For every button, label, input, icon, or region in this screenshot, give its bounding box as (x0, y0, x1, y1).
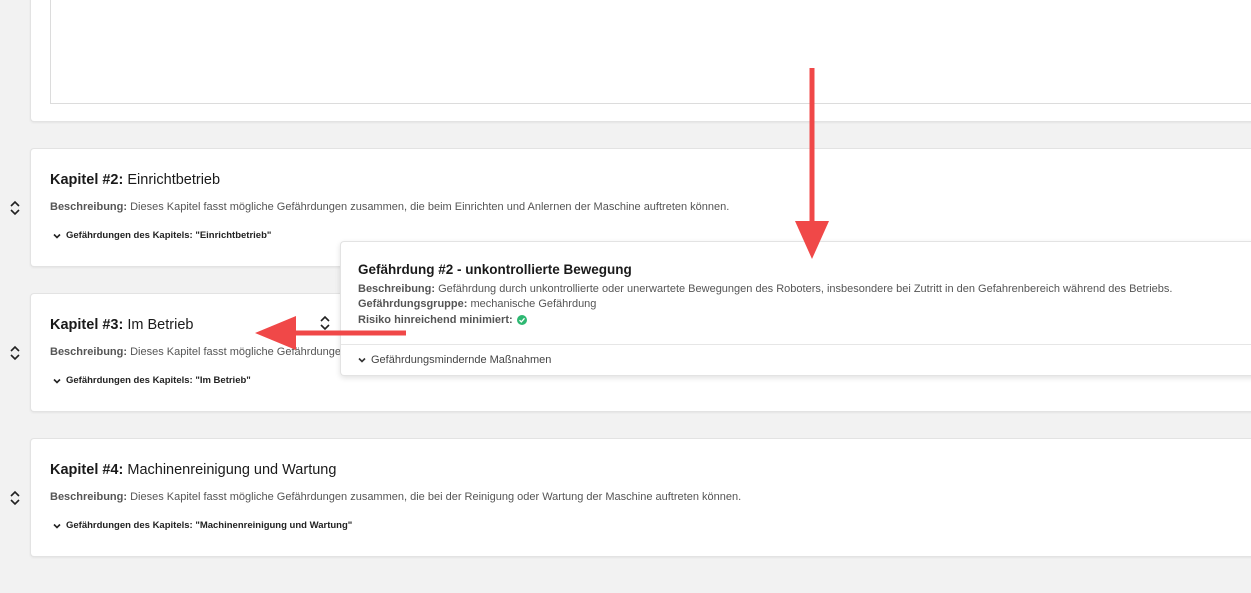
sort-handle-icon[interactable] (8, 489, 22, 507)
chapter-hazards-toggle[interactable]: Gefährdungen des Kapitels: "Einrichtbetr… (52, 230, 271, 241)
chevron-down-icon (53, 378, 61, 384)
chapter-title: Kapitel #4: Machinenreinigung und Wartun… (50, 462, 337, 478)
chapter-hazards-toggle[interactable]: Gefährdungen des Kapitels: "Im Betrieb" (52, 375, 251, 386)
sort-handle-icon[interactable] (8, 344, 22, 362)
chapter-card-top (30, 0, 1251, 122)
divider (341, 344, 1251, 345)
check-circle-icon (516, 315, 527, 325)
chevron-down-icon (53, 233, 61, 239)
arrow-down-annotation (795, 68, 829, 259)
chevron-down-icon (53, 523, 61, 529)
chapter-description: Beschreibung: Dieses Kapitel fasst mögli… (50, 201, 730, 213)
hazard-group: Gefährdungsgruppe: mechanische Gefährdun… (358, 298, 597, 310)
chapter-hazards-toggle[interactable]: Gefährdungen des Kapitels: "Machinenrein… (52, 520, 352, 531)
hazard-description: Beschreibung: Gefährdung durch unkontrol… (358, 283, 1173, 295)
chapter-title: Kapitel #2: Einrichtbetrieb (50, 172, 221, 188)
hazard-title: Gefährdung #2 - unkontrollierte Bewegung (358, 262, 632, 277)
chapter-title: Kapitel #3: Im Betrieb (50, 317, 194, 333)
description-textarea[interactable] (50, 0, 1251, 104)
sort-handle-icon[interactable] (8, 199, 22, 217)
chapter-description: Beschreibung: Dieses Kapitel fasst mögli… (50, 491, 742, 503)
hazard-measures-toggle[interactable]: Gefährdungsmindernde Maßnahmen (357, 354, 551, 366)
chevron-down-icon (358, 357, 366, 363)
chapter-card-4: Kapitel #4: Machinenreinigung und Wartun… (30, 438, 1251, 557)
arrow-left-annotation (255, 316, 406, 350)
